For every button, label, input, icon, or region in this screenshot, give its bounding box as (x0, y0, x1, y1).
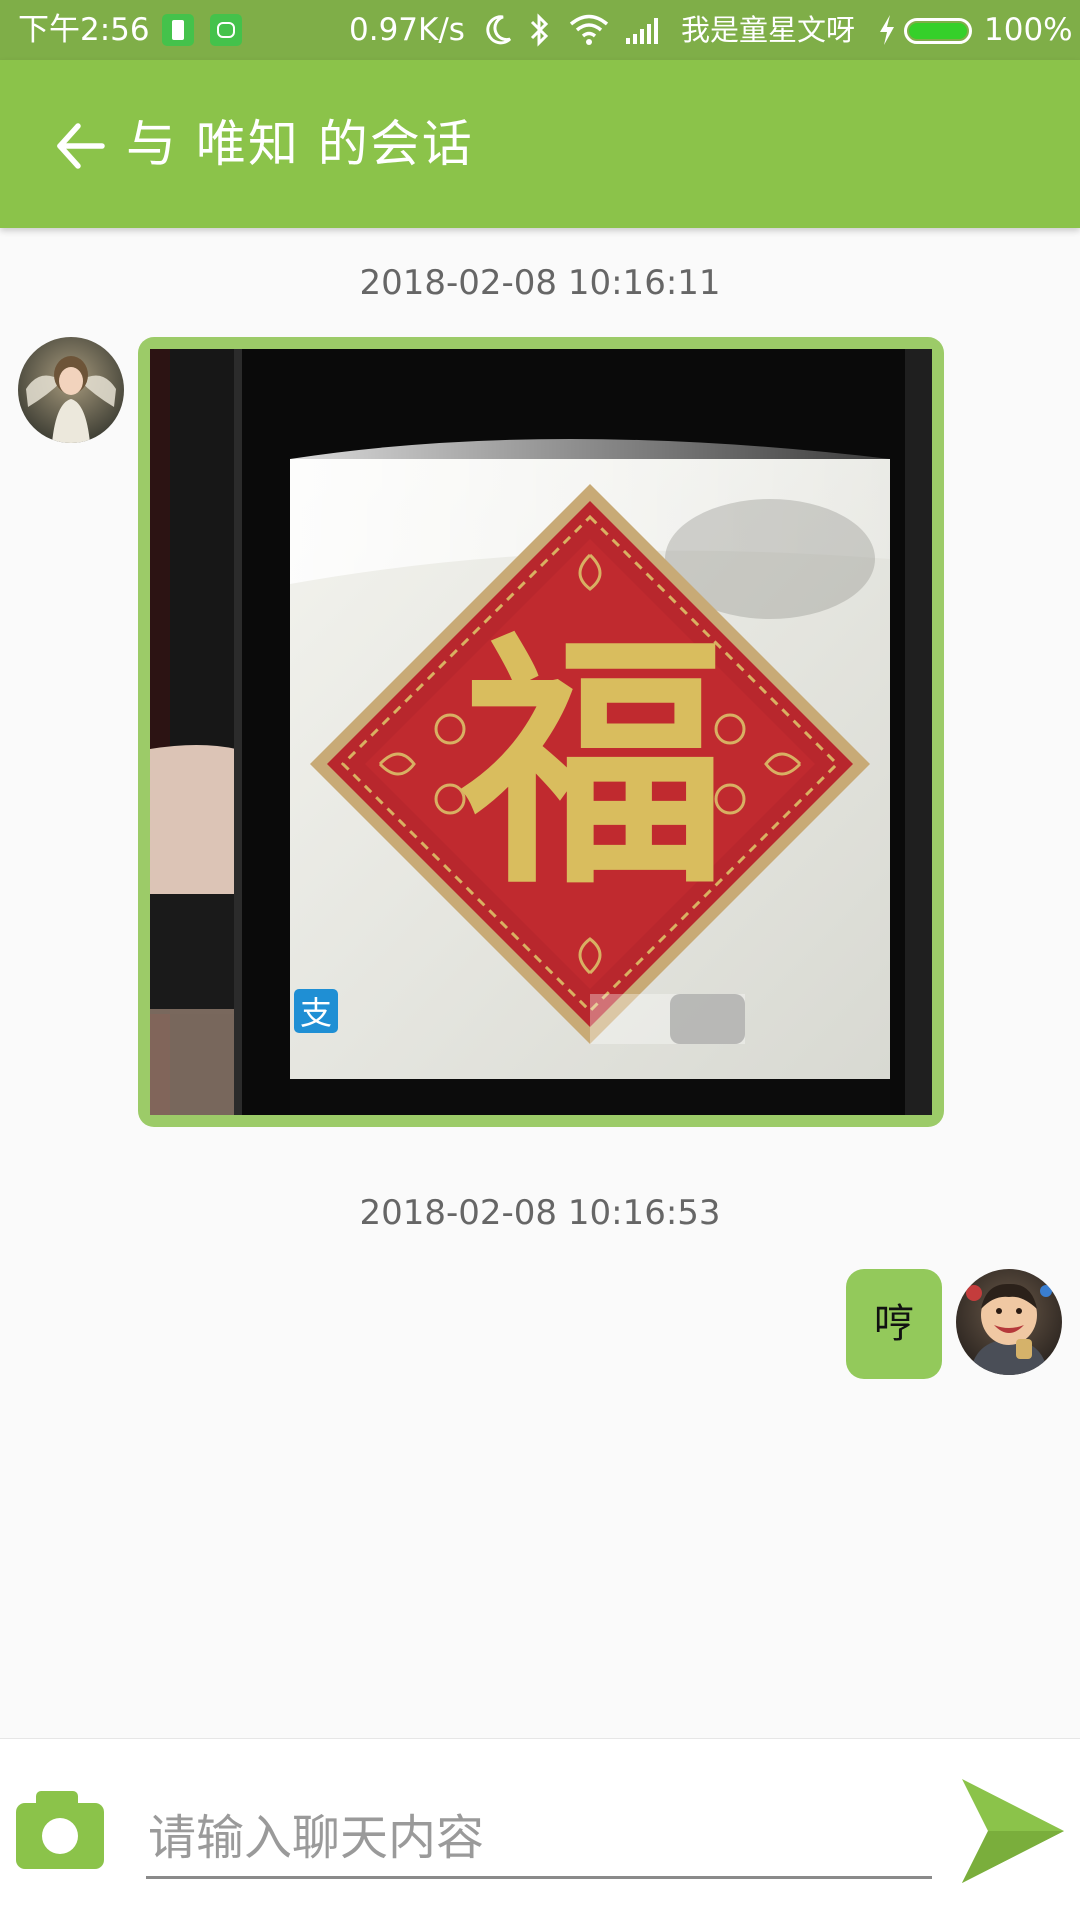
image-message-bubble[interactable]: 福 支 (138, 337, 944, 1127)
svg-text:支: 支 (300, 994, 332, 1032)
wifi-icon (569, 14, 609, 45)
moon-icon (486, 15, 512, 45)
contact-avatar-image (18, 337, 124, 443)
app-bar: 与 唯知 的会话 (0, 60, 1080, 228)
camera-icon[interactable] (14, 1787, 106, 1871)
photo-fu-character: 福 (457, 609, 726, 920)
signal-icon (626, 18, 658, 44)
android-face-icon (210, 14, 242, 46)
carrier-name: 我是童星文呀 (681, 13, 856, 47)
composer-bar (0, 1738, 1080, 1921)
photo-image: 福 支 (150, 349, 932, 1115)
network-speed: 0.97K/s (349, 12, 465, 48)
arrow-left-icon[interactable] (52, 118, 108, 174)
page-title: 与 唯知 的会话 (126, 115, 474, 173)
bluetooth-icon (530, 13, 549, 47)
message-timestamp: 2018-02-08 10:16:53 (359, 1193, 721, 1233)
user-avatar[interactable] (956, 1269, 1062, 1375)
charging-icon (880, 15, 894, 45)
text-message-bubble[interactable]: 哼 (846, 1269, 942, 1379)
status-time: 下午2:56 (18, 12, 150, 48)
status-bar: 下午2:56 0.97K/s 我是童星文呀 100% (0, 0, 1080, 60)
message-photo: 福 支 (150, 349, 932, 1115)
battery-icon (904, 18, 972, 44)
battery-saver-icon (162, 14, 194, 46)
battery-percent: 100% (984, 12, 1073, 48)
message-timestamp: 2018-02-08 10:16:11 (359, 263, 721, 303)
chat-input[interactable] (146, 1799, 932, 1879)
user-avatar-image (956, 1269, 1062, 1375)
contact-avatar[interactable] (18, 337, 124, 443)
send-icon[interactable] (958, 1779, 1066, 1883)
